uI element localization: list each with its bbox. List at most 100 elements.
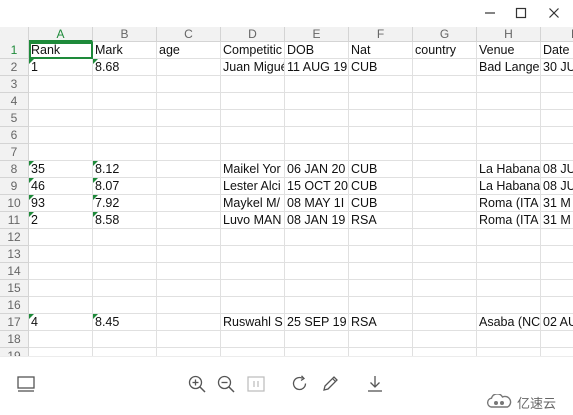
row-header[interactable]: 19 [0, 348, 29, 356]
cell-f6[interactable] [349, 127, 413, 144]
cell-i5[interactable] [541, 110, 573, 127]
download-button[interactable] [364, 373, 386, 395]
cell-h6[interactable] [477, 127, 541, 144]
cell-a5[interactable] [29, 110, 93, 127]
cell-b9[interactable]: 8.07 [93, 178, 157, 195]
cell-d19[interactable] [221, 348, 285, 356]
cell-c16[interactable] [157, 297, 221, 314]
cell-b12[interactable] [93, 229, 157, 246]
cell-f12[interactable] [349, 229, 413, 246]
cell-c11[interactable] [157, 212, 221, 229]
row-header[interactable]: 18 [0, 331, 29, 348]
cell-g4[interactable] [413, 93, 477, 110]
cell-g2[interactable] [413, 59, 477, 76]
cell-e13[interactable] [285, 246, 349, 263]
cell-g16[interactable] [413, 297, 477, 314]
cell-d6[interactable] [221, 127, 285, 144]
cell-b15[interactable] [93, 280, 157, 297]
cell-i8[interactable]: 08 JU [541, 161, 573, 178]
cell-d14[interactable] [221, 263, 285, 280]
cell-i6[interactable] [541, 127, 573, 144]
cell-d16[interactable] [221, 297, 285, 314]
select-all-corner[interactable] [0, 27, 29, 42]
cell-g13[interactable] [413, 246, 477, 263]
cell-i10[interactable]: 31 M [541, 195, 573, 212]
cell-c19[interactable] [157, 348, 221, 356]
cell-e11[interactable]: 08 JAN 19 [285, 212, 349, 229]
cell-h13[interactable] [477, 246, 541, 263]
cell-h1[interactable]: Venue [477, 42, 541, 59]
cell-e10[interactable]: 08 MAY 1Ι [285, 195, 349, 212]
cell-b4[interactable] [93, 93, 157, 110]
cell-g15[interactable] [413, 280, 477, 297]
cell-g18[interactable] [413, 331, 477, 348]
cell-g12[interactable] [413, 229, 477, 246]
cell-f1[interactable]: Nat [349, 42, 413, 59]
cell-g11[interactable] [413, 212, 477, 229]
cell-e17[interactable]: 25 SEP 19 [285, 314, 349, 331]
cell-g5[interactable] [413, 110, 477, 127]
cell-i12[interactable] [541, 229, 573, 246]
cell-d2[interactable]: Juan Migué [221, 59, 285, 76]
cell-e6[interactable] [285, 127, 349, 144]
cell-c2[interactable] [157, 59, 221, 76]
zoom-out-button[interactable] [215, 373, 237, 395]
row-header[interactable]: 5 [0, 110, 29, 127]
cell-h5[interactable] [477, 110, 541, 127]
cell-a11[interactable]: 2 [29, 212, 93, 229]
cell-h17[interactable]: Asaba (NC [477, 314, 541, 331]
cell-b14[interactable] [93, 263, 157, 280]
cell-a3[interactable] [29, 76, 93, 93]
cell-i15[interactable] [541, 280, 573, 297]
cell-a17[interactable]: 4 [29, 314, 93, 331]
cell-i19[interactable] [541, 348, 573, 356]
cell-e1[interactable]: DOB [285, 42, 349, 59]
row-header[interactable]: 8 [0, 161, 29, 178]
cell-c10[interactable] [157, 195, 221, 212]
cell-a12[interactable] [29, 229, 93, 246]
cell-i17[interactable]: 02 AU [541, 314, 573, 331]
edit-button[interactable] [319, 373, 341, 395]
spreadsheet-grid[interactable]: ABCDEFGHI 1 Rank Mark age Competitic DOB Nat co… [0, 27, 573, 356]
cell-h16[interactable] [477, 297, 541, 314]
cell-f16[interactable] [349, 297, 413, 314]
cell-b2[interactable]: 8.68 [93, 59, 157, 76]
cell-h7[interactable] [477, 144, 541, 161]
cell-e4[interactable] [285, 93, 349, 110]
cell-a6[interactable] [29, 127, 93, 144]
cell-a19[interactable] [29, 348, 93, 356]
cell-f8[interactable]: CUB [349, 161, 413, 178]
row-header[interactable]: 4 [0, 93, 29, 110]
cell-g19[interactable] [413, 348, 477, 356]
cell-b3[interactable] [93, 76, 157, 93]
cell-i3[interactable] [541, 76, 573, 93]
cell-c9[interactable] [157, 178, 221, 195]
cell-c14[interactable] [157, 263, 221, 280]
cell-h19[interactable] [477, 348, 541, 356]
cell-h8[interactable]: La Habana [477, 161, 541, 178]
cell-b6[interactable] [93, 127, 157, 144]
cell-g7[interactable] [413, 144, 477, 161]
cell-d17[interactable]: Ruswahl S [221, 314, 285, 331]
cell-a10[interactable]: 93 [29, 195, 93, 212]
cell-g10[interactable] [413, 195, 477, 212]
cell-c1[interactable]: age [157, 42, 221, 59]
zoom-in-button[interactable] [186, 373, 208, 395]
cell-a13[interactable] [29, 246, 93, 263]
cell-c15[interactable] [157, 280, 221, 297]
cell-b11[interactable]: 8.58 [93, 212, 157, 229]
cell-d5[interactable] [221, 110, 285, 127]
cell-i16[interactable] [541, 297, 573, 314]
cell-e18[interactable] [285, 331, 349, 348]
cell-d8[interactable]: Maikel Yor [221, 161, 285, 178]
column-header-d[interactable]: D [221, 27, 285, 42]
cell-f5[interactable] [349, 110, 413, 127]
sheet-view-button[interactable] [15, 373, 37, 395]
row-header[interactable]: 12 [0, 229, 29, 246]
cell-e19[interactable] [285, 348, 349, 356]
cell-d12[interactable] [221, 229, 285, 246]
cell-g1[interactable]: country [413, 42, 477, 59]
cell-d9[interactable]: Lester Alci [221, 178, 285, 195]
cell-c18[interactable] [157, 331, 221, 348]
cell-f13[interactable] [349, 246, 413, 263]
